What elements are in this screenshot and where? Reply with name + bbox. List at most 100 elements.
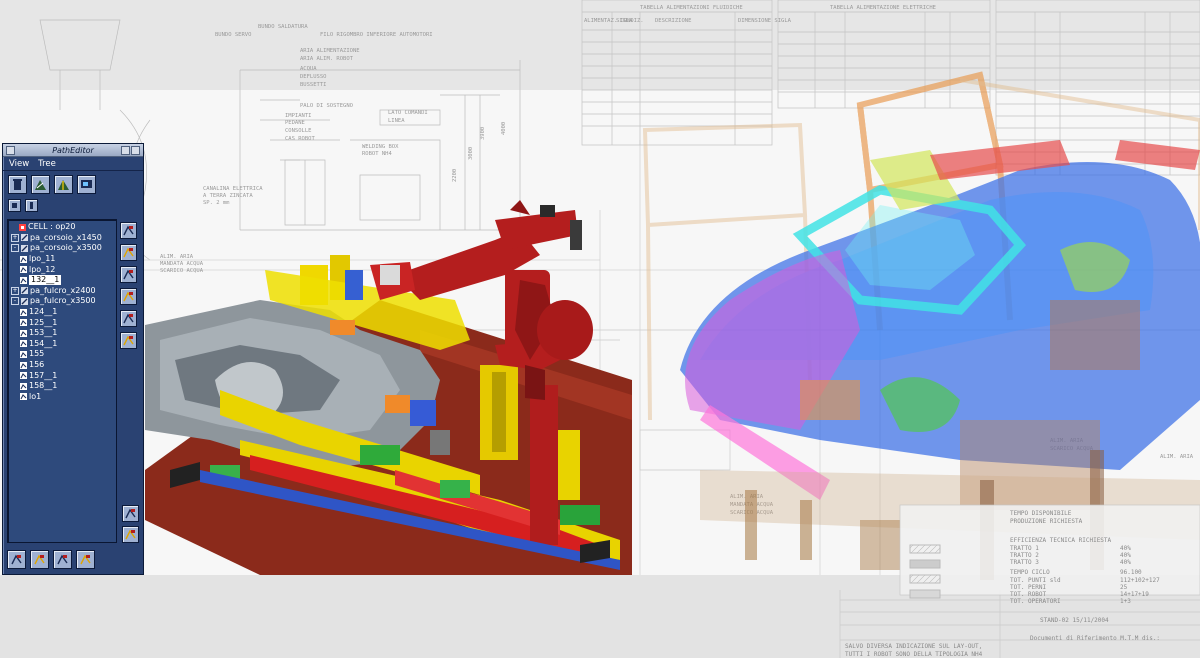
drawing-label: SP. 2 mm — [203, 200, 230, 206]
stamp-value: 1+3 — [1120, 598, 1131, 605]
dimension-label: 3000 — [468, 147, 474, 160]
stamp-text: STAND-02 15/11/2004 — [1040, 617, 1109, 624]
delete-button[interactable] — [8, 175, 27, 194]
tree-item[interactable]: 157__1 — [9, 370, 115, 381]
menu-view[interactable]: View — [9, 159, 29, 169]
stop-path-button[interactable] — [76, 550, 95, 569]
path-flip-button[interactable] — [54, 175, 73, 194]
stamp-text: TRATTO 2 — [1010, 552, 1039, 559]
location-icon — [20, 361, 27, 369]
step-path-button[interactable] — [53, 550, 72, 569]
small-b-icon — [30, 202, 33, 209]
small-toolbar — [3, 198, 143, 216]
tree-item-label: pa_fulcro_x3500 — [30, 296, 96, 306]
window-menu-icon[interactable] — [6, 146, 15, 155]
tree-item[interactable]: + pa_corsoio_x1450 — [9, 233, 115, 244]
stamp-text: Documenti di Riferimento M.T.M dis.: — [1030, 635, 1160, 642]
small-b-button[interactable] — [25, 199, 38, 212]
drawing-label: ACQUA — [300, 66, 317, 72]
expand-icon[interactable]: + — [11, 233, 19, 242]
dimension-label: 2200 — [452, 169, 458, 182]
side-toolbar — [120, 219, 139, 543]
tree-item[interactable]: 155 — [9, 349, 115, 360]
add-location-icon — [123, 247, 134, 258]
tree-item-label: 153__1 — [29, 328, 58, 338]
tree-item[interactable]: 153__1 — [9, 328, 115, 339]
step-path-icon — [57, 554, 68, 565]
minimize-icon[interactable] — [121, 146, 130, 155]
location-icon — [20, 266, 27, 274]
tree-item-label: 124__1 — [29, 307, 58, 317]
tree-item[interactable]: 158__1 — [9, 381, 115, 392]
tree-item-label: pa_corsoio_x1450 — [30, 232, 102, 242]
drawing-label: DEFLUSSO — [300, 74, 327, 80]
small-a-button[interactable] — [8, 199, 21, 212]
tree-item[interactable]: + pa_fulcro_x2400 — [9, 286, 115, 297]
location-icon — [20, 255, 27, 263]
stamp-text: SALVO DIVERSA INDICAZIONE SUL LAY-OUT, — [845, 643, 982, 650]
tree-item[interactable]: - pa_corsoio_x3500 — [9, 243, 115, 254]
tree-item[interactable]: - pa_fulcro_x3500 — [9, 296, 115, 307]
location-icon — [20, 350, 27, 358]
location-icon — [20, 319, 27, 327]
paste-button[interactable] — [122, 526, 139, 543]
play-path-button[interactable] — [7, 550, 26, 569]
collapse-icon[interactable]: - — [11, 244, 19, 253]
stamp-text: TOT. PERNI — [1010, 584, 1047, 591]
tree-item[interactable]: lpo_12 — [9, 264, 115, 275]
tree-item[interactable]: 132__1 — [9, 275, 115, 286]
stamp-text: TOT. OPERATORI — [1010, 598, 1061, 605]
table-header: SIGLA — [616, 18, 633, 24]
teach-button[interactable] — [120, 310, 137, 327]
tree-item-label: lpo_12 — [29, 264, 56, 274]
tree-item[interactable]: CELL : op20 — [9, 222, 115, 233]
tree-item[interactable]: 124__1 — [9, 307, 115, 318]
edit-location-button[interactable] — [120, 222, 137, 239]
copy-button[interactable] — [122, 505, 139, 522]
drawing-label: BUNDO SALDATURA — [258, 24, 308, 30]
collapse-icon[interactable]: - — [11, 297, 19, 306]
path-add-button[interactable] — [31, 175, 50, 194]
drawing-label: MANDATA ACQUA — [160, 261, 204, 267]
reverse-path-button[interactable] — [30, 550, 49, 569]
editor-body: CELL : op20 + pa_corsoio_x1450 - pa_corsoio_… — [7, 219, 139, 543]
tree-item[interactable]: lpo_11 — [9, 254, 115, 265]
stamp-text: TRATTO 3 — [1010, 559, 1039, 566]
side-toolbar-bottom — [122, 505, 139, 543]
drawing-label: ARIA ALIMENTAZIONE — [300, 48, 360, 54]
menu-tree[interactable]: Tree — [38, 159, 56, 169]
table-header: ALIMENTAZ. CONDIZ. — [584, 18, 644, 24]
path-icon — [21, 287, 28, 295]
tree-item[interactable]: 154__1 — [9, 339, 115, 350]
move-location-button[interactable] — [120, 288, 137, 305]
tree-item-label: pa_corsoio_x3500 — [30, 243, 102, 253]
dimension-label: 4000 — [501, 122, 507, 135]
tree-item-label: pa_fulcro_x2400 — [30, 285, 96, 295]
path-tree[interactable]: CELL : op20 + pa_corsoio_x1450 - pa_corsoio_… — [7, 219, 117, 543]
small-a-icon — [12, 203, 17, 208]
stamp-text: PRODUZIONE RICHIESTA — [1010, 518, 1083, 525]
insert-location-button[interactable] — [120, 266, 137, 283]
screen-icon — [81, 180, 92, 188]
tree-item[interactable]: 125__1 — [9, 317, 115, 328]
window-titlebar[interactable]: PathEditor — [3, 144, 143, 157]
screen-view-button[interactable] — [77, 175, 96, 194]
stop-path-icon — [80, 554, 91, 565]
stamp-text: EFFICIENZA TECNICA RICHIESTA — [1010, 537, 1112, 544]
drawing-label: ARIA ALIM. ROBOT — [300, 56, 354, 62]
drawing-label: IMPIANTI — [285, 113, 312, 119]
tree-item[interactable]: lo1 — [9, 392, 115, 403]
play-path-icon — [11, 554, 22, 565]
drawing-label: FILO RIGOMBRO INFERIORE AUTOMOTORI — [320, 32, 433, 38]
attributes-button[interactable] — [120, 332, 137, 349]
table-title: TABELLA ALIMENTAZIONE ELETTRICHE — [830, 5, 936, 11]
maximize-icon[interactable] — [131, 146, 140, 155]
dimension-label: 3900 — [480, 127, 486, 140]
location-icon — [20, 276, 27, 284]
drawing-label: CONSOLLE — [285, 128, 312, 134]
tree-item[interactable]: 156 — [9, 360, 115, 371]
add-location-button[interactable] — [120, 244, 137, 261]
expand-icon[interactable]: + — [11, 286, 19, 295]
copy-icon — [125, 508, 136, 519]
tree-item-label: 132__1 — [29, 275, 62, 286]
